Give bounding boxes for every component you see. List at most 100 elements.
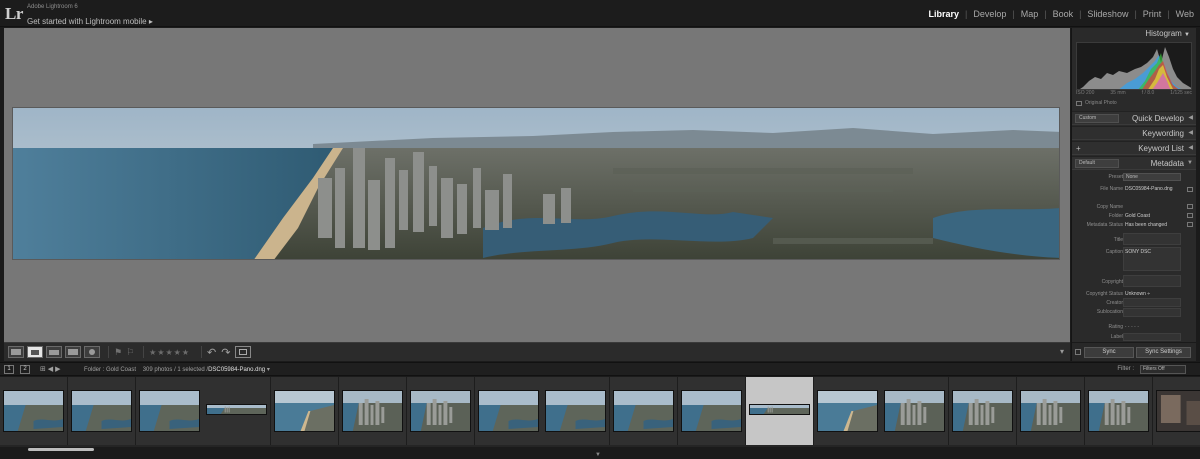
copyright-input[interactable] [1123, 275, 1181, 287]
quick-develop-header[interactable]: Custom Quick Develop ◀ [1072, 111, 1196, 125]
filter-select[interactable]: Filters Off [1140, 365, 1186, 374]
survey-view-button[interactable] [65, 346, 81, 358]
toolbar-divider [201, 346, 203, 358]
compare-view-button[interactable] [46, 346, 62, 358]
rating-dots[interactable]: · · · · · [1125, 324, 1183, 330]
filter-label: Filter : [1117, 366, 1134, 372]
thumbnail-image [1088, 390, 1149, 432]
grid-view-button[interactable] [8, 346, 24, 358]
copy-name-icon[interactable] [1187, 204, 1193, 209]
loupe-view[interactable] [4, 28, 1070, 342]
keyword-list-header[interactable]: + Keyword List ◀ [1072, 141, 1196, 155]
filmstrip-scroll-thumb[interactable] [28, 448, 94, 451]
filmstrip-nav-icons[interactable]: ⊞ ◀ ▶ [40, 365, 61, 373]
add-keyword-icon[interactable]: + [1076, 142, 1081, 155]
product-name: Adobe Lightroom 6 [27, 4, 78, 10]
sync-metadata-button[interactable]: Sync [1084, 347, 1134, 358]
module-library[interactable]: Library [922, 9, 965, 19]
secondary-window-button[interactable]: 2 [20, 365, 30, 374]
meta-copyright: Copyright [1072, 275, 1196, 289]
module-book[interactable]: Book [1047, 9, 1080, 19]
filmstrip-thumbnail[interactable] [678, 377, 746, 445]
filmstrip-source[interactable]: Folder : Gold Coast 309 photos / 1 selec… [84, 366, 270, 373]
flag-reject-icon[interactable]: ⚐ [126, 347, 134, 358]
exif-value: f / 8.0 [1141, 90, 1155, 96]
quick-develop-preset-select[interactable]: Custom [1075, 114, 1119, 123]
filmstrip-thumbnail[interactable] [136, 377, 204, 445]
label-input[interactable] [1123, 333, 1181, 341]
filmstrip-thumbnail[interactable] [1017, 377, 1085, 445]
histogram-header[interactable]: Histogram ▼ [1072, 28, 1196, 40]
filmstrip-thumbnail[interactable] [542, 377, 610, 445]
title-input[interactable] [1123, 233, 1181, 245]
thumbnail-image [139, 390, 200, 432]
filmstrip-thumbnail[interactable] [949, 377, 1017, 445]
main-window-button[interactable]: 1 [4, 365, 14, 374]
metadata-preset-select[interactable]: Default [1075, 159, 1119, 168]
mobile-promo-link[interactable]: Get started with Lightroom mobile ▸ [27, 17, 153, 26]
sync-toggle-icon[interactable] [1075, 349, 1081, 355]
filmstrip-thumbnail[interactable] [746, 377, 814, 445]
filmstrip-thumbnail[interactable] [68, 377, 136, 445]
meta-title: Title [1072, 233, 1196, 247]
rotate-right-icon[interactable]: ↷ [221, 346, 230, 359]
loupe-view-button[interactable] [27, 346, 43, 358]
hide-filmstrip-triangle-icon[interactable]: ▼ [595, 452, 601, 458]
thumbnail-image [817, 390, 878, 432]
filmstrip-scrollbar[interactable]: ▼ [0, 447, 1200, 459]
module-web[interactable]: Web [1170, 9, 1200, 19]
module-print[interactable]: Print [1137, 9, 1168, 19]
filmstrip-thumbnail[interactable] [814, 377, 882, 445]
library-toolbar: ⚑ ⚐ ★★★★★ ↶ ↷ ▾ [4, 342, 1070, 361]
filmstrip-thumbnail[interactable] [0, 377, 68, 445]
module-slideshow[interactable]: Slideshow [1081, 9, 1134, 19]
meta-preset-select[interactable]: None [1123, 173, 1181, 181]
toolbar-divider [108, 346, 109, 358]
meta-copy-name: Copy Name [1072, 204, 1196, 212]
copyright-status-select[interactable]: Unknown ÷ [1125, 291, 1183, 297]
meta-label: Label [1072, 333, 1196, 342]
meta-folder: Folder Gold Coast [1072, 213, 1196, 221]
thumbnail-image [613, 390, 674, 432]
original-photo-toggle[interactable]: Original Photo [1076, 100, 1117, 106]
sublocation-input[interactable] [1123, 308, 1181, 317]
panorama-photo[interactable] [12, 107, 1060, 260]
keywording-header[interactable]: Keywording ◀ [1072, 126, 1196, 140]
metadata-fields: File Name DSC05984-Pano.dng Copy Name Fo… [1072, 183, 1196, 342]
file-name-edit-icon[interactable] [1187, 187, 1193, 192]
module-map[interactable]: Map [1015, 9, 1045, 19]
meta-rating: Rating · · · · · [1072, 324, 1196, 332]
go-to-folder-icon[interactable] [1187, 213, 1193, 218]
metadata-header[interactable]: Default Metadata ▼ [1072, 156, 1196, 170]
thumbnail-image [545, 390, 606, 432]
module-develop[interactable]: Develop [967, 9, 1012, 19]
meta-sublocation: Sublocation [1072, 308, 1196, 321]
thumbnail-image [478, 390, 539, 432]
thumbnail-image [342, 390, 403, 432]
histogram-chart[interactable] [1076, 42, 1192, 90]
checkbox-icon [1076, 100, 1082, 106]
filmstrip-thumbnail[interactable] [475, 377, 543, 445]
filmstrip-thumbnail[interactable] [339, 377, 407, 445]
filmstrip-thumbnail[interactable] [271, 377, 339, 445]
filmstrip-thumbnail[interactable] [1085, 377, 1153, 445]
creator-input[interactable] [1123, 298, 1181, 307]
flag-pick-icon[interactable]: ⚑ [114, 347, 122, 358]
filmstrip-thumbnail[interactable] [881, 377, 949, 445]
filmstrip-thumbnail[interactable] [407, 377, 475, 445]
toolbar-options-dropdown[interactable]: ▾ [1060, 347, 1064, 356]
filmstrip[interactable] [0, 377, 1200, 447]
filmstrip-thumbnail[interactable] [610, 377, 678, 445]
filmstrip-thumbnail[interactable] [1153, 377, 1200, 445]
rotate-left-icon[interactable]: ↶ [207, 346, 216, 359]
exif-value: 1/125 sec [1170, 90, 1192, 96]
crop-overlay-icon[interactable] [235, 346, 252, 358]
metadata-status-icon[interactable] [1187, 222, 1193, 227]
filmstrip-thumbnail[interactable] [203, 377, 271, 445]
sync-settings-button[interactable]: Sync Settings [1136, 347, 1191, 358]
people-view-button[interactable] [84, 346, 100, 358]
thumbnail-image [952, 390, 1013, 432]
rating-stars[interactable]: ★★★★★ [149, 348, 190, 357]
thumbnail-image [206, 404, 267, 415]
lightroom-logo: Lr [5, 4, 23, 23]
